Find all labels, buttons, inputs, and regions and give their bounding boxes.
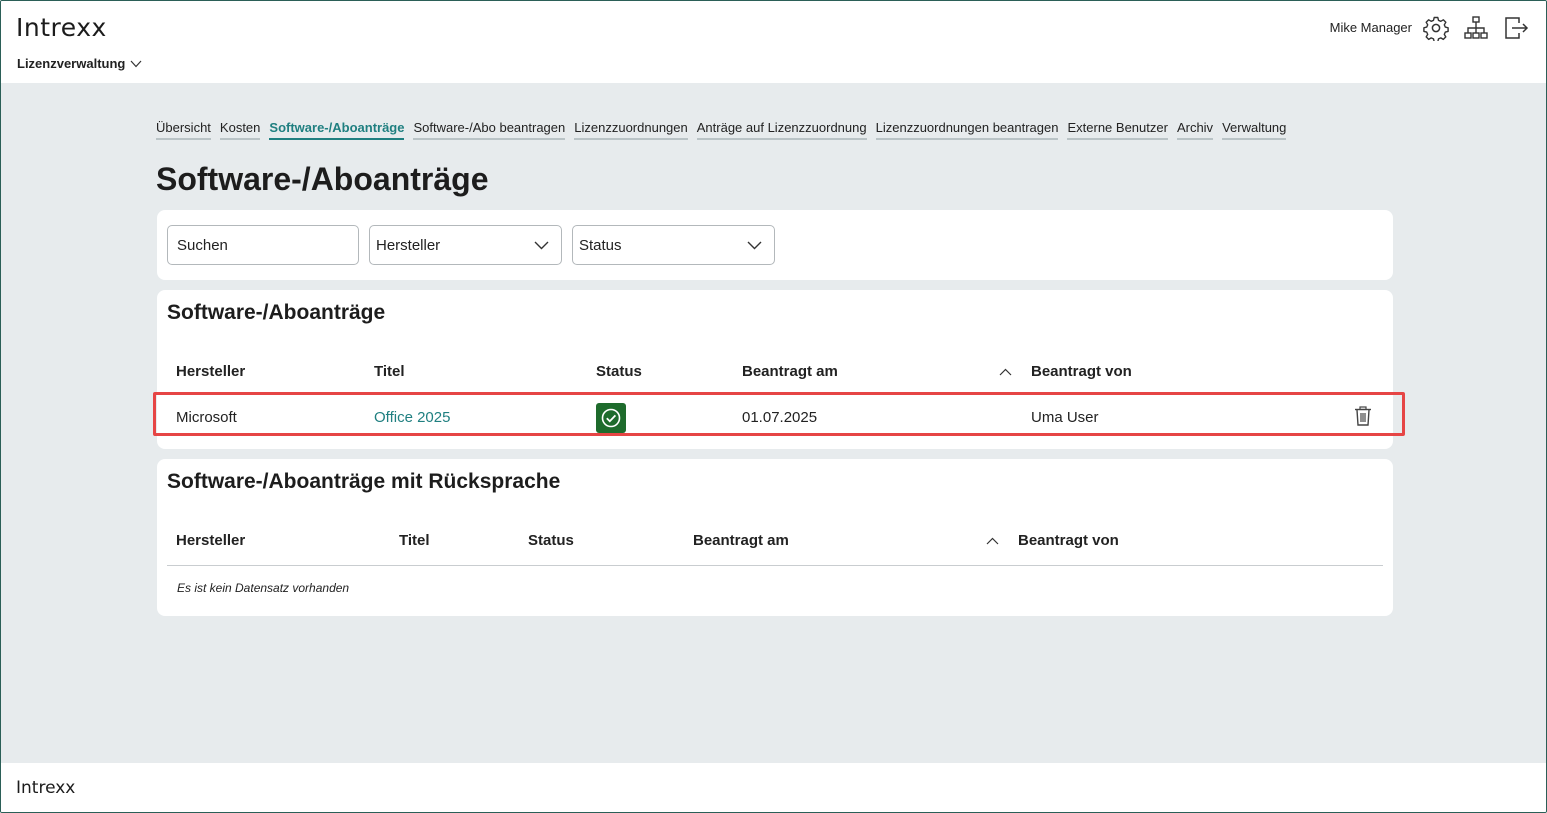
manufacturer-dropdown[interactable]: Hersteller: [369, 225, 562, 265]
empty-state-text: Es ist kein Datensatz vorhanden: [177, 581, 350, 595]
footer: Intrexx: [1, 763, 1546, 812]
cell-hersteller: Microsoft: [176, 409, 237, 426]
column-header-status[interactable]: Status: [528, 532, 574, 549]
tab-antraege-lizenzzuordnung[interactable]: Anträge auf Lizenzzuordnung: [696, 120, 867, 140]
tab-lizenzzuordnungen-beantragen[interactable]: Lizenzzuordnungen beantragen: [875, 120, 1059, 140]
footer-logo: Intrexx: [16, 778, 76, 798]
cell-beantragt-am: 01.07.2025: [742, 409, 818, 426]
chevron-down-icon: [747, 241, 762, 250]
table-divider: [167, 565, 1383, 566]
tab-archiv[interactable]: Archiv: [1176, 120, 1214, 140]
requests-table-card: Software-/Aboanträge Hersteller Titel St…: [157, 290, 1393, 449]
tab-software-aboantraege[interactable]: Software-/Aboanträge: [269, 120, 405, 140]
trash-icon[interactable]: [1354, 406, 1372, 426]
status-approved-icon: [596, 403, 626, 433]
column-header-hersteller[interactable]: Hersteller: [176, 532, 245, 549]
main-content: Übersicht Kosten Software-/Aboanträge So…: [1, 83, 1546, 763]
search-input[interactable]: [177, 236, 358, 254]
column-header-status[interactable]: Status: [596, 363, 642, 380]
page-title: Software-/Aboanträge: [156, 161, 489, 197]
cell-titel-link[interactable]: Office 2025: [374, 409, 450, 426]
tab-software-abo-beantragen[interactable]: Software-/Abo beantragen: [413, 120, 566, 140]
filter-bar: Hersteller Status: [157, 210, 1393, 280]
gear-icon[interactable]: [1423, 15, 1449, 43]
header: Intrexx Lizenzverwaltung Mike Manager: [1, 1, 1546, 83]
column-header-titel[interactable]: Titel: [374, 363, 405, 380]
tab-kosten[interactable]: Kosten: [219, 120, 261, 140]
search-field[interactable]: [167, 225, 359, 265]
tab-bar: Übersicht Kosten Software-/Aboanträge So…: [156, 120, 1287, 140]
sort-ascending-icon[interactable]: [986, 537, 999, 545]
status-dropdown-label: Status: [579, 236, 622, 254]
section-title: Software-/Aboanträge: [167, 301, 386, 324]
app-switcher[interactable]: Lizenzverwaltung: [17, 56, 142, 71]
sort-ascending-icon[interactable]: [999, 368, 1012, 376]
column-header-beantragt-von[interactable]: Beantragt von: [1031, 363, 1132, 380]
intrexx-logo[interactable]: Intrexx: [16, 13, 107, 42]
app-window: Intrexx Lizenzverwaltung Mike Manager Üb…: [0, 0, 1547, 813]
tab-lizenzzuordnungen[interactable]: Lizenzzuordnungen: [574, 120, 688, 140]
manufacturer-dropdown-label: Hersteller: [376, 236, 441, 254]
chevron-down-icon: [130, 60, 142, 67]
cell-beantragt-von: Uma User: [1031, 409, 1099, 426]
app-name: Lizenzverwaltung: [17, 56, 126, 71]
tab-verwaltung[interactable]: Verwaltung: [1222, 120, 1287, 140]
column-header-hersteller[interactable]: Hersteller: [176, 363, 245, 380]
tab-externe-benutzer[interactable]: Externe Benutzer: [1067, 120, 1168, 140]
requests-with-consultation-card: Software-/Aboanträge mit Rücksprache Her…: [157, 459, 1393, 616]
user-name[interactable]: Mike Manager: [1330, 20, 1412, 35]
logout-icon[interactable]: [1503, 15, 1529, 41]
column-header-beantragt-am[interactable]: Beantragt am: [742, 363, 838, 380]
column-header-beantragt-am[interactable]: Beantragt am: [693, 532, 789, 549]
section-title: Software-/Aboanträge mit Rücksprache: [167, 470, 561, 493]
tab-uebersicht[interactable]: Übersicht: [156, 120, 211, 140]
column-header-beantragt-von[interactable]: Beantragt von: [1018, 532, 1119, 549]
status-dropdown[interactable]: Status: [572, 225, 775, 265]
sitemap-icon[interactable]: [1463, 15, 1489, 41]
chevron-down-icon: [534, 241, 549, 250]
column-header-titel[interactable]: Titel: [399, 532, 430, 549]
